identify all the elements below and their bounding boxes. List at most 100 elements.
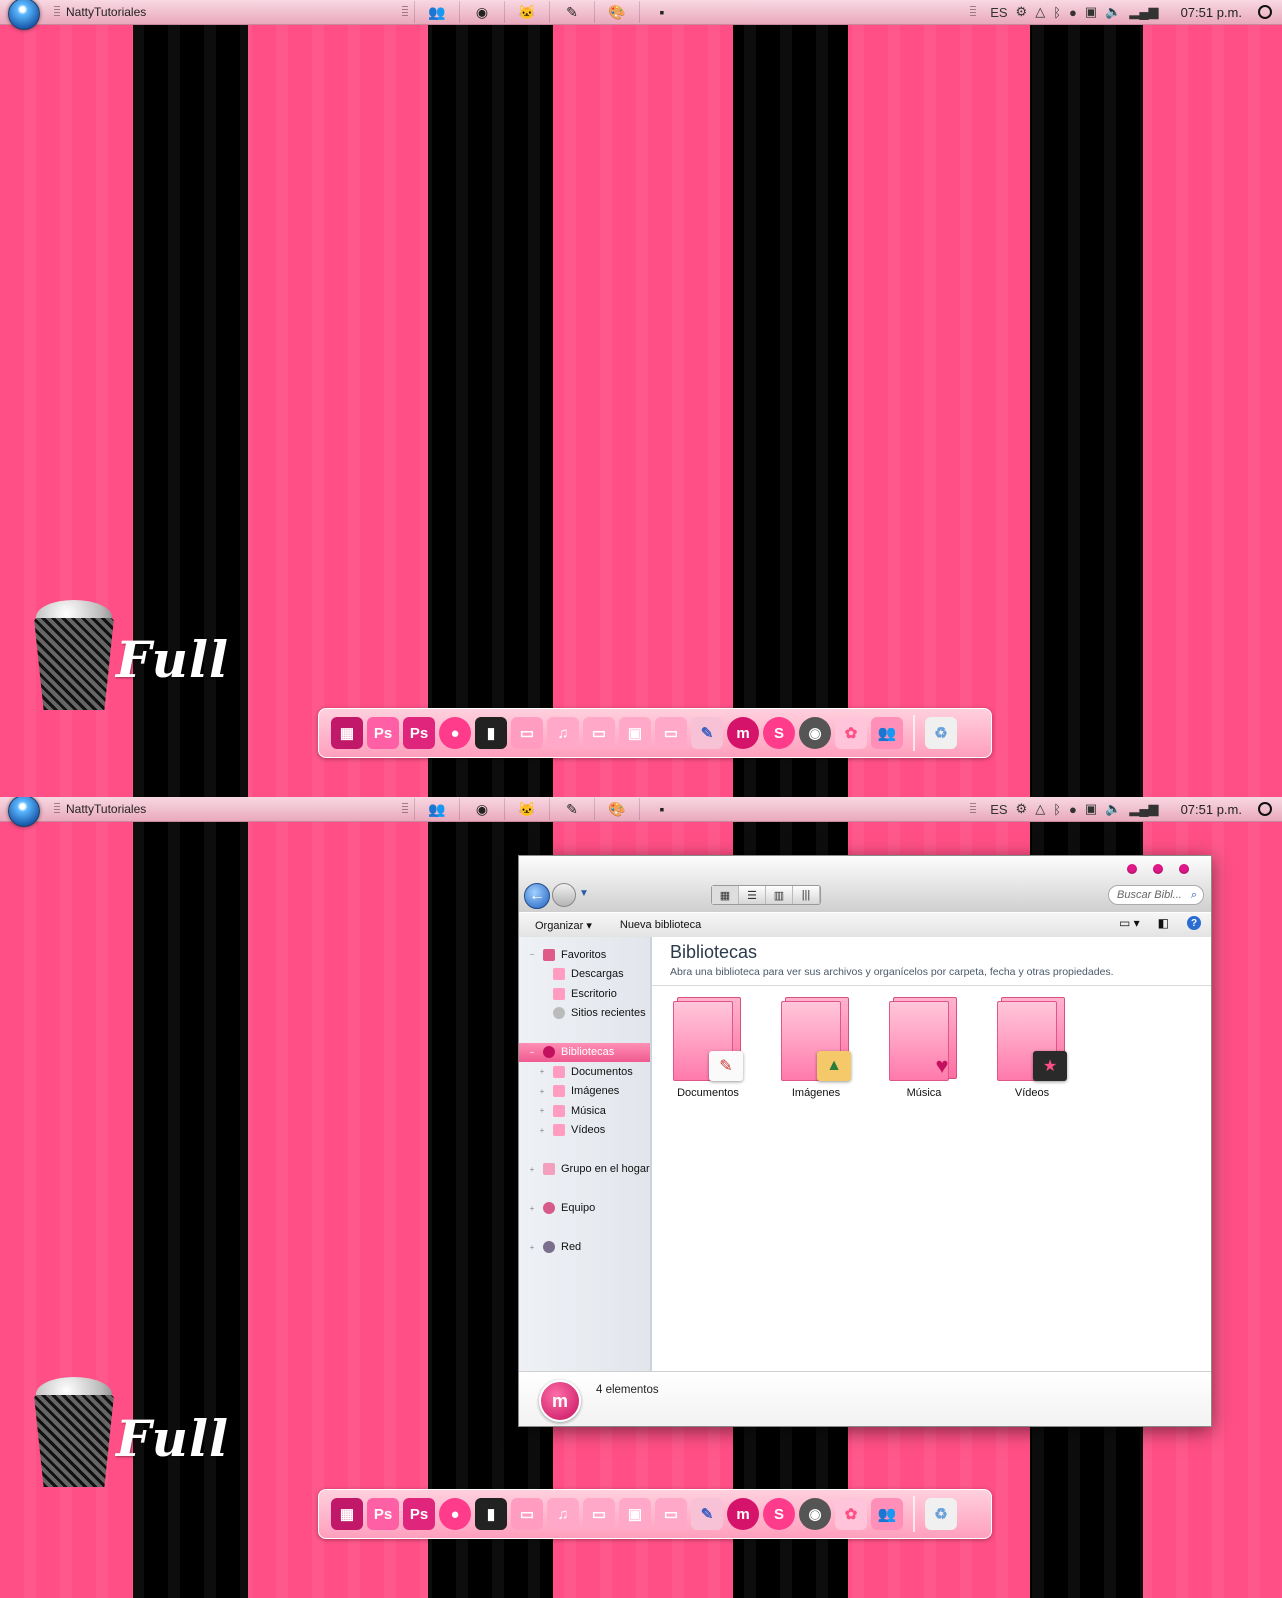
organize-menu[interactable]: Organizar ▾ (535, 919, 592, 932)
avast-icon[interactable]: ● (1069, 802, 1077, 817)
terminal-icon[interactable]: ▪ (639, 798, 684, 820)
paint-icon[interactable]: ✎ (691, 717, 723, 749)
coverflow-view-button[interactable]: ||| (793, 886, 820, 904)
preview-pane-icon[interactable]: ◧ (1158, 916, 1169, 930)
folder-music-icon[interactable]: ♫ (547, 717, 579, 749)
webcam-icon[interactable]: ● (439, 717, 471, 749)
expand-icon[interactable]: + (537, 1126, 547, 1135)
folder-pictures-icon[interactable]: ▣ (619, 1498, 651, 1530)
nav-libraries[interactable]: − Bibliotecas (519, 1042, 650, 1062)
maximize-button[interactable] (1153, 864, 1163, 874)
history-dropdown-icon[interactable]: ▼ (579, 888, 589, 899)
photoshop-icon[interactable]: Ps (367, 1498, 399, 1530)
chrome-icon[interactable]: ◉ (459, 1, 504, 23)
skype-icon[interactable]: S (763, 717, 795, 749)
expand-icon[interactable]: + (527, 1165, 537, 1174)
forward-button[interactable] (552, 883, 576, 907)
signal-icon[interactable]: ▂▄▆ (1129, 4, 1158, 20)
collapse-icon[interactable]: − (527, 950, 537, 959)
new-library-button[interactable]: Nueva biblioteca (620, 919, 701, 931)
cat-icon[interactable]: 🐱 (504, 798, 549, 820)
library-videos[interactable]: ★ Vídeos (996, 997, 1068, 1099)
bluetooth-icon[interactable]: ᛒ (1053, 5, 1061, 20)
flower-icon[interactable]: ✿ (835, 717, 867, 749)
expand-icon[interactable]: + (537, 1067, 547, 1076)
mm-icon[interactable]: m (727, 1498, 759, 1530)
chrome-icon[interactable]: ◉ (459, 798, 504, 820)
volume-icon[interactable]: 🔈 (1105, 4, 1121, 20)
folder-icon[interactable]: ▭ (655, 1498, 687, 1530)
chrome-icon[interactable]: ◉ (799, 717, 831, 749)
mm-icon[interactable]: m (727, 717, 759, 749)
search-icon[interactable] (1258, 802, 1272, 816)
search-icon[interactable]: ⌕ (1191, 889, 1197, 902)
terminal-icon[interactable]: ▪ (639, 1, 684, 23)
close-button[interactable] (1179, 864, 1189, 874)
photoshop-alt-icon[interactable]: Ps (403, 717, 435, 749)
clock[interactable]: 07:51 p.m. (1181, 5, 1242, 20)
recycle-bin-icon[interactable]: ♻ (925, 1498, 957, 1530)
library-documents[interactable]: ✎ Documentos (672, 997, 744, 1099)
search-input[interactable]: Buscar Bibl... ⌕ (1108, 885, 1204, 905)
expand-icon[interactable]: + (537, 1087, 547, 1096)
nav-music[interactable]: + Música (519, 1101, 650, 1121)
folder-icon[interactable]: ▭ (583, 717, 615, 749)
folder-music-icon[interactable]: ♫ (547, 1498, 579, 1530)
nav-homegroup[interactable]: + Grupo en el hogar (519, 1160, 650, 1180)
language-indicator[interactable]: ES (990, 5, 1007, 20)
folder-icon[interactable]: ▭ (511, 717, 543, 749)
signal-icon[interactable]: ▂▄▆ (1129, 801, 1158, 817)
column-view-button[interactable]: ▥ (766, 886, 793, 904)
icon-view-button[interactable]: ▦ (712, 886, 739, 904)
folder-icon[interactable]: ▭ (583, 1498, 615, 1530)
paint-icon[interactable]: ✎ (691, 1498, 723, 1530)
folder-pictures-icon[interactable]: ▣ (619, 717, 651, 749)
recycle-bin-icon[interactable]: ♻ (925, 717, 957, 749)
language-indicator[interactable]: ES (990, 802, 1007, 817)
domo-icon[interactable]: ▦ (331, 1498, 363, 1530)
trash-full-icon[interactable] (26, 1377, 121, 1487)
network-icon[interactable]: ⚙ (1016, 4, 1028, 20)
nav-downloads[interactable]: Descargas (519, 965, 650, 985)
nav-network[interactable]: + Red (519, 1238, 650, 1258)
list-view-button[interactable]: ☰ (739, 886, 766, 904)
drop-icon[interactable]: △ (1035, 4, 1045, 20)
chrome-icon[interactable]: ◉ (799, 1498, 831, 1530)
cat-icon[interactable]: 🐱 (504, 1, 549, 23)
people-icon[interactable]: 👥 (414, 1, 459, 23)
messenger-icon[interactable]: 👥 (871, 717, 903, 749)
trash-full-icon[interactable] (26, 600, 121, 710)
people-icon[interactable]: 👥 (414, 798, 459, 820)
paint-icon[interactable]: 🎨 (594, 1, 639, 23)
camera-icon[interactable]: ▮ (475, 717, 507, 749)
camera-icon[interactable]: ▮ (475, 1498, 507, 1530)
usb-icon[interactable]: ▣ (1085, 801, 1097, 817)
expand-icon[interactable]: + (527, 1204, 537, 1213)
folder-icon[interactable]: ▭ (655, 717, 687, 749)
avast-icon[interactable]: ● (1069, 5, 1077, 20)
clock[interactable]: 07:51 p.m. (1181, 802, 1242, 817)
minimize-button[interactable] (1127, 864, 1137, 874)
collapse-icon[interactable]: − (527, 1048, 537, 1057)
nav-favorites[interactable]: − Favoritos (519, 945, 650, 965)
nav-computer[interactable]: + Equipo (519, 1199, 650, 1219)
help-icon[interactable]: ? (1187, 916, 1201, 930)
volume-icon[interactable]: 🔈 (1105, 801, 1121, 817)
skype-icon[interactable]: S (763, 1498, 795, 1530)
usb-icon[interactable]: ▣ (1085, 4, 1097, 20)
paint-icon[interactable]: 🎨 (594, 798, 639, 820)
messenger-icon[interactable]: 👥 (871, 1498, 903, 1530)
photoshop-icon[interactable]: ✎ (549, 798, 594, 820)
nav-documents[interactable]: + Documentos (519, 1062, 650, 1082)
library-music[interactable]: ♥ Música (888, 997, 960, 1099)
nav-images[interactable]: + Imágenes (519, 1082, 650, 1102)
expand-icon[interactable]: + (527, 1243, 537, 1252)
photoshop-alt-icon[interactable]: Ps (403, 1498, 435, 1530)
expand-icon[interactable]: + (537, 1106, 547, 1115)
change-view-icon[interactable]: ▭ ▾ (1119, 916, 1140, 930)
folder-icon[interactable]: ▭ (511, 1498, 543, 1530)
search-icon[interactable] (1258, 5, 1272, 19)
drop-icon[interactable]: △ (1035, 801, 1045, 817)
photoshop-icon[interactable]: ✎ (549, 1, 594, 23)
nav-recent-places[interactable]: Sitios recientes (519, 1004, 650, 1024)
